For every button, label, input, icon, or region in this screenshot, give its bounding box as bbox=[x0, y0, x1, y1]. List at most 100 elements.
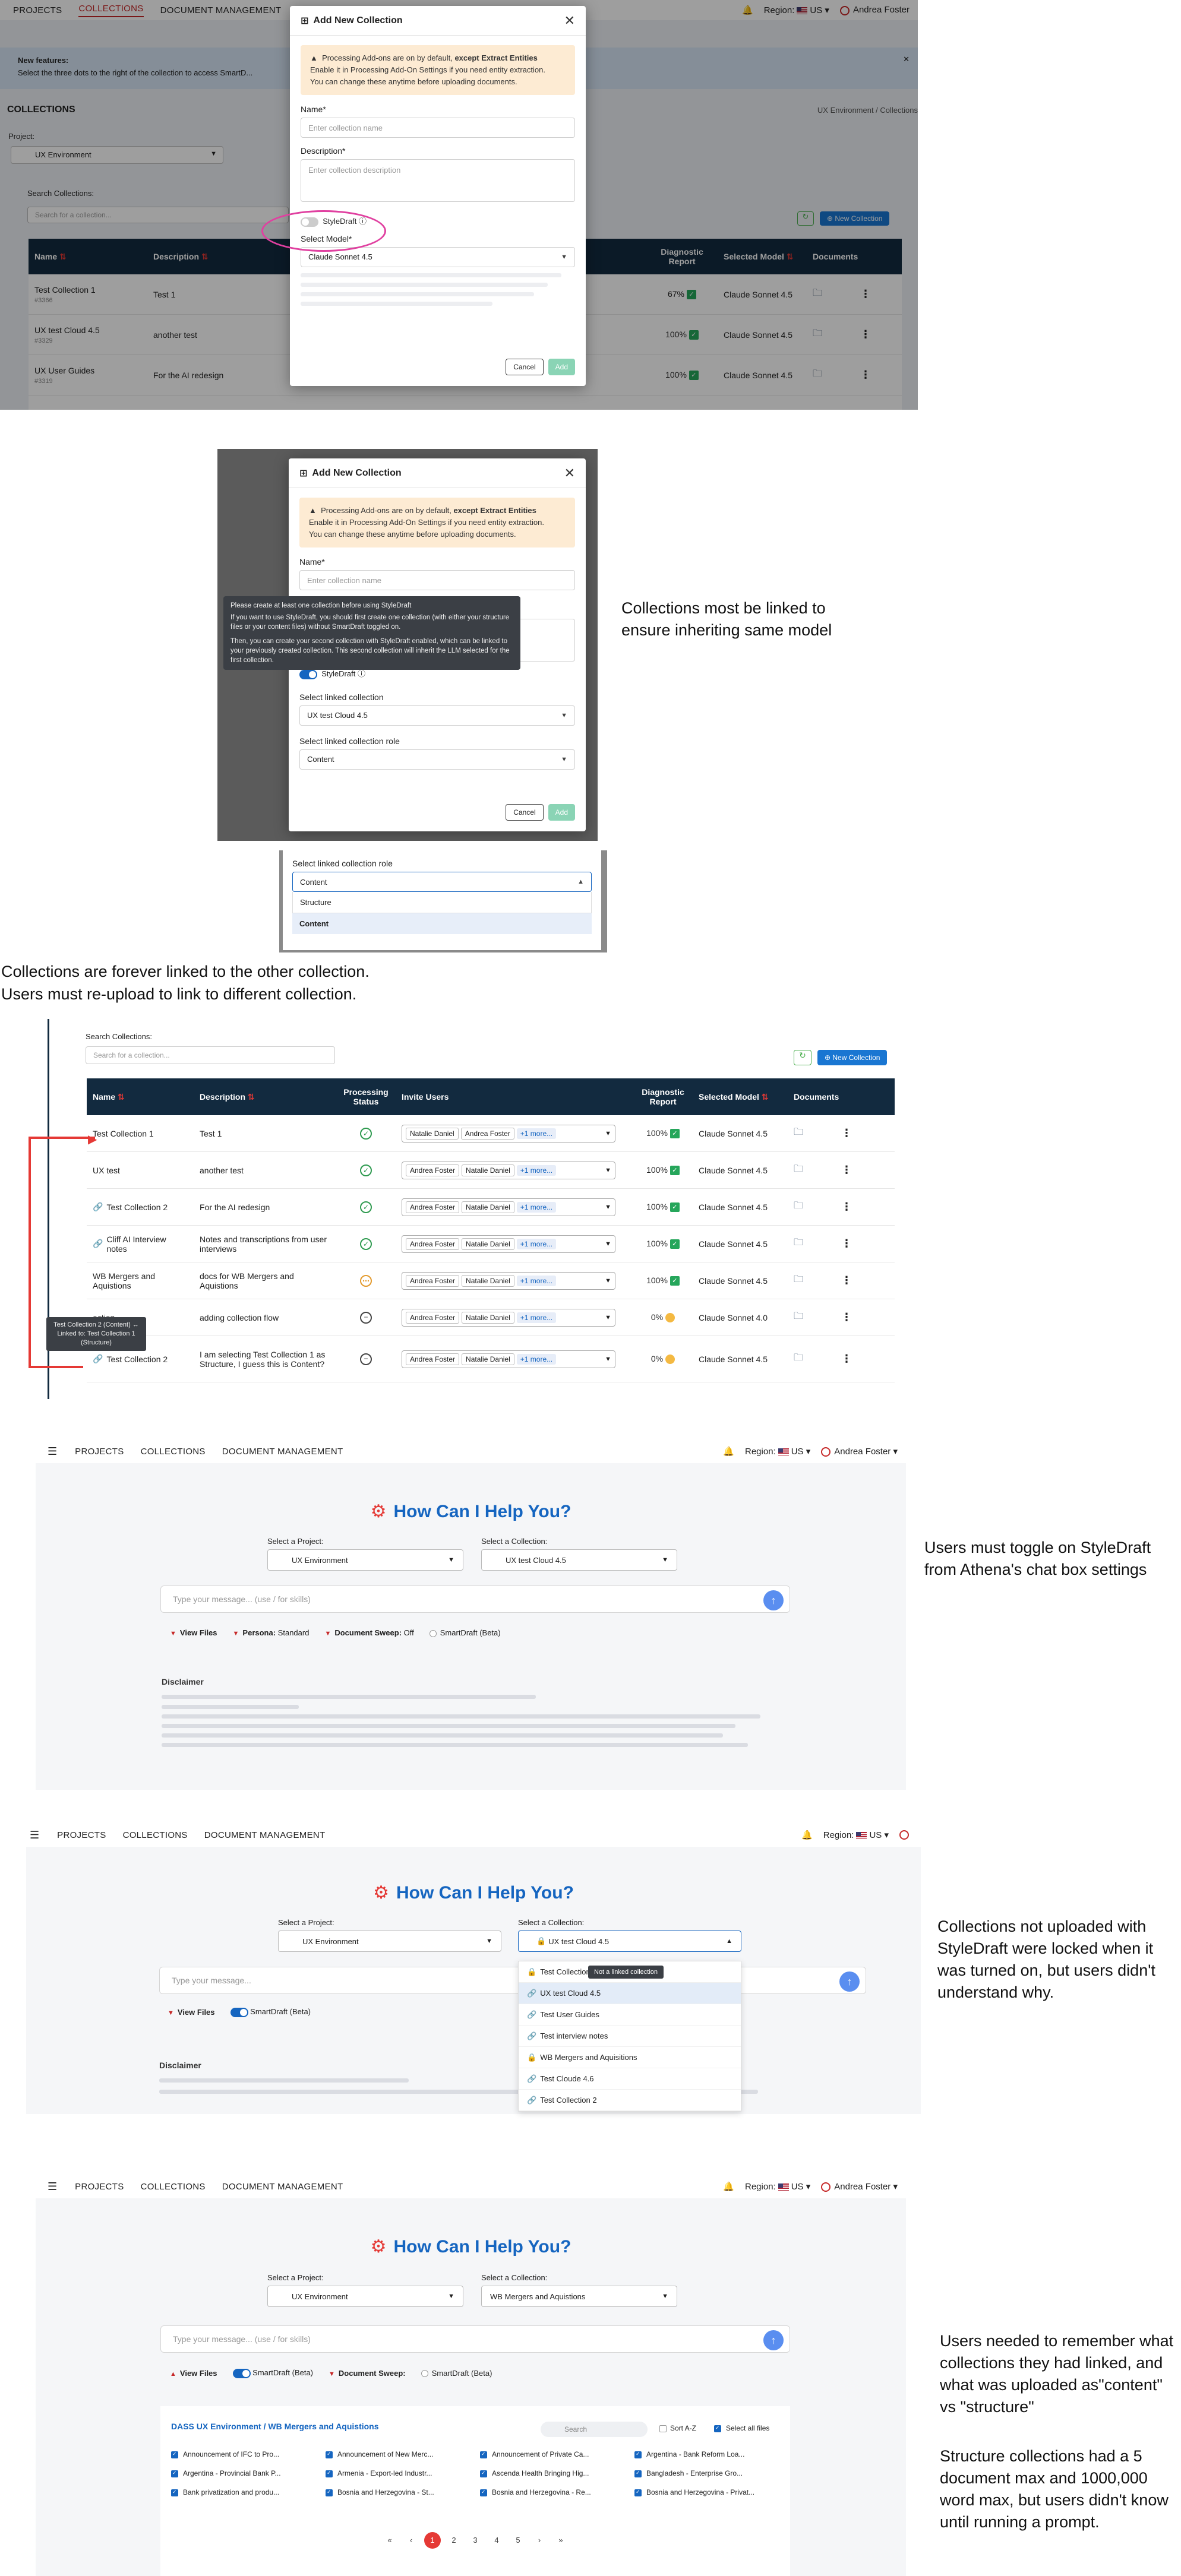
invite-users-select[interactable]: Natalie Daniel Andrea Foster +1 more... ▼ bbox=[402, 1124, 615, 1143]
add-button[interactable]: Add bbox=[548, 359, 575, 375]
message-input[interactable]: Type your message... (use / for skills) … bbox=[160, 1586, 790, 1613]
description-input[interactable]: Enter collection description bbox=[301, 159, 575, 202]
folder-icon[interactable]: 🗀 bbox=[788, 1351, 835, 1367]
page-button[interactable]: « bbox=[381, 2532, 398, 2549]
avatar[interactable] bbox=[899, 1830, 909, 1840]
folder-icon[interactable]: 🗀 bbox=[788, 1309, 835, 1325]
page-button[interactable]: » bbox=[552, 2532, 569, 2549]
files-search[interactable]: Search bbox=[541, 2422, 648, 2437]
folder-icon[interactable]: 🗀 bbox=[788, 1125, 835, 1141]
bell-icon[interactable]: 🔔 bbox=[801, 1830, 813, 1840]
region-selector[interactable]: Region: US ▾ bbox=[745, 2181, 810, 2192]
cancel-button[interactable]: Cancel bbox=[506, 804, 544, 821]
page-button[interactable]: 1 bbox=[424, 2532, 441, 2549]
file-item[interactable]: Announcement of New Merc... bbox=[326, 2450, 480, 2458]
linked-collection-select[interactable]: UX test Cloud 4.5 ▼ bbox=[299, 705, 575, 726]
collection-select[interactable]: UX test Cloud 4.5 ▼ bbox=[481, 1549, 677, 1571]
nav-document-management[interactable]: DOCUMENT MANAGEMENT bbox=[204, 1830, 326, 1840]
nav-projects[interactable]: PROJECTS bbox=[75, 1447, 124, 1457]
user-menu[interactable]: Andrea Foster ▾ bbox=[821, 2181, 898, 2192]
role-option-content[interactable]: Content bbox=[292, 913, 592, 934]
project-select[interactable]: UX Environment ▼ bbox=[278, 1931, 501, 1952]
col-name[interactable]: Name ⇅ bbox=[87, 1092, 194, 1102]
invite-users-select[interactable]: Andrea Foster Natalie Daniel +1 more... ▼ bbox=[402, 1271, 615, 1290]
nav-collections[interactable]: COLLECTIONS bbox=[141, 2182, 206, 2192]
persona-select[interactable]: ▼ Persona: Standard bbox=[233, 1628, 310, 1637]
page-button[interactable]: › bbox=[531, 2532, 548, 2549]
page-button[interactable]: 3 bbox=[467, 2532, 484, 2549]
select-all-option[interactable]: Select all files bbox=[714, 2424, 769, 2432]
file-item[interactable]: Bosnia and Herzegovina - Privat... bbox=[634, 2488, 789, 2496]
project-select[interactable]: UX Environment ▼ bbox=[267, 2286, 463, 2307]
page-button[interactable]: 2 bbox=[446, 2532, 462, 2549]
smartdraft-option[interactable]: SmartDraft (Beta) bbox=[421, 2369, 492, 2378]
new-collection-button[interactable]: ⊕ New Collection bbox=[817, 1050, 888, 1065]
hamburger-icon[interactable]: ☰ bbox=[30, 1829, 39, 1841]
file-item[interactable]: Announcement of IFC to Pro... bbox=[171, 2450, 326, 2458]
folder-icon[interactable]: 🗀 bbox=[788, 1162, 835, 1178]
page-button[interactable]: 5 bbox=[510, 2532, 526, 2549]
refresh-button[interactable]: ↻ bbox=[794, 1050, 811, 1065]
collection-select[interactable]: WB Mergers and Aquistions ▼ bbox=[481, 2286, 677, 2307]
collection-option[interactable]: 🔗 Test interview notes bbox=[519, 2026, 741, 2047]
role-select[interactable]: Content ▼ bbox=[299, 749, 575, 770]
more-icon[interactable]: ⋮ bbox=[835, 1311, 859, 1324]
message-input[interactable]: Type your message... (use / for skills) … bbox=[160, 2325, 790, 2353]
table-row[interactable]: UX test another test ✓ Andrea Foster Natalie… bbox=[87, 1152, 895, 1189]
view-files-toggle[interactable]: ▲ View Files bbox=[170, 2369, 217, 2378]
more-icon[interactable]: ⋮ bbox=[835, 1238, 859, 1250]
folder-icon[interactable]: 🗀 bbox=[788, 1273, 835, 1289]
name-input[interactable]: Enter collection name bbox=[299, 570, 575, 590]
table-row[interactable]: 🔗 Test Collection 2 For the AI redesign ✓ An… bbox=[87, 1189, 895, 1226]
smartdraft-toggle[interactable]: SmartDraft (Beta) bbox=[232, 2368, 313, 2378]
bell-icon[interactable]: 🔔 bbox=[723, 1446, 734, 1457]
page-button[interactable]: ‹ bbox=[403, 2532, 419, 2549]
table-row[interactable]: 🔗 Test Collection 2 I am selecting Test Co… bbox=[87, 1336, 895, 1382]
close-icon[interactable]: ✕ bbox=[564, 466, 575, 481]
search-input[interactable]: Search for a collection... bbox=[86, 1046, 335, 1064]
nav-collections[interactable]: COLLECTIONS bbox=[123, 1830, 188, 1840]
styledraft-toggle[interactable] bbox=[299, 669, 317, 679]
send-icon[interactable]: ↑ bbox=[763, 1590, 784, 1610]
user-menu[interactable]: Andrea Foster ▾ bbox=[821, 1446, 898, 1457]
table-row[interactable]: 🔗 Cliff AI Interview notes Notes and trans… bbox=[87, 1226, 895, 1262]
project-select[interactable]: UX Environment ▼ bbox=[267, 1549, 463, 1571]
table-row[interactable]: ectionadding collection flow−Andrea Fost… bbox=[87, 1299, 895, 1336]
info-icon[interactable]: ⓘ bbox=[358, 669, 365, 678]
collection-option[interactable]: 🔗 Test User Guides bbox=[519, 2004, 741, 2026]
file-item[interactable]: Argentina - Provincial Bank P... bbox=[171, 2469, 326, 2477]
page-button[interactable]: 4 bbox=[488, 2532, 505, 2549]
invite-users-select[interactable]: Andrea Foster Natalie Daniel +1 more... ▼ bbox=[402, 1198, 615, 1216]
nav-projects[interactable]: PROJECTS bbox=[57, 1830, 106, 1840]
sort-option[interactable]: Sort A-Z bbox=[659, 2424, 696, 2432]
folder-icon[interactable]: 🗀 bbox=[788, 1236, 835, 1252]
file-item[interactable]: Bosnia and Herzegovina - St... bbox=[326, 2488, 480, 2496]
collection-option[interactable]: 🔗 Test Collection 2 bbox=[519, 2090, 741, 2111]
role-select-open[interactable]: Content ▲ bbox=[292, 872, 592, 892]
file-item[interactable]: Bank privatization and produ... bbox=[171, 2488, 326, 2496]
invite-users-select[interactable]: Andrea Foster Natalie Daniel +1 more... ▼ bbox=[402, 1308, 615, 1327]
more-icon[interactable]: ⋮ bbox=[835, 1127, 859, 1140]
send-icon[interactable]: ↑ bbox=[763, 2330, 784, 2350]
send-icon[interactable]: ↑ bbox=[839, 1971, 860, 1992]
view-files-toggle[interactable]: ▼ View Files bbox=[168, 2008, 215, 2017]
col-model[interactable]: Selected Model ⇅ bbox=[693, 1092, 788, 1102]
invite-users-select[interactable]: Andrea Foster Natalie Daniel +1 more... ▼ bbox=[402, 1235, 615, 1253]
table-row[interactable]: WB Mergers and Aquistions docs for WB Mer… bbox=[87, 1262, 895, 1299]
add-button[interactable]: Add bbox=[548, 804, 575, 821]
nav-projects[interactable]: PROJECTS bbox=[75, 2182, 124, 2192]
folder-icon[interactable]: 🗀 bbox=[788, 1199, 835, 1215]
file-item[interactable]: Ascenda Health Bringing Hig... bbox=[480, 2469, 634, 2477]
invite-users-select[interactable]: Andrea Foster Natalie Daniel +1 more... ▼ bbox=[402, 1350, 615, 1368]
collection-option[interactable]: 🔒 WB Mergers and Aquisitions bbox=[519, 2047, 741, 2068]
nav-document-management[interactable]: DOCUMENT MANAGEMENT bbox=[222, 2182, 343, 2192]
more-icon[interactable]: ⋮ bbox=[835, 1164, 859, 1176]
collection-select-open[interactable]: 🔒 UX test Cloud 4.5 ▲ bbox=[518, 1931, 741, 1952]
close-icon[interactable]: ✕ bbox=[564, 13, 575, 29]
region-selector[interactable]: Region: US ▾ bbox=[745, 1446, 810, 1457]
more-icon[interactable]: ⋮ bbox=[835, 1274, 859, 1287]
col-description[interactable]: Description ⇅ bbox=[194, 1092, 336, 1102]
hamburger-icon[interactable]: ☰ bbox=[48, 1445, 57, 1458]
role-option-structure[interactable]: Structure bbox=[292, 892, 592, 913]
cancel-button[interactable]: Cancel bbox=[506, 359, 544, 375]
